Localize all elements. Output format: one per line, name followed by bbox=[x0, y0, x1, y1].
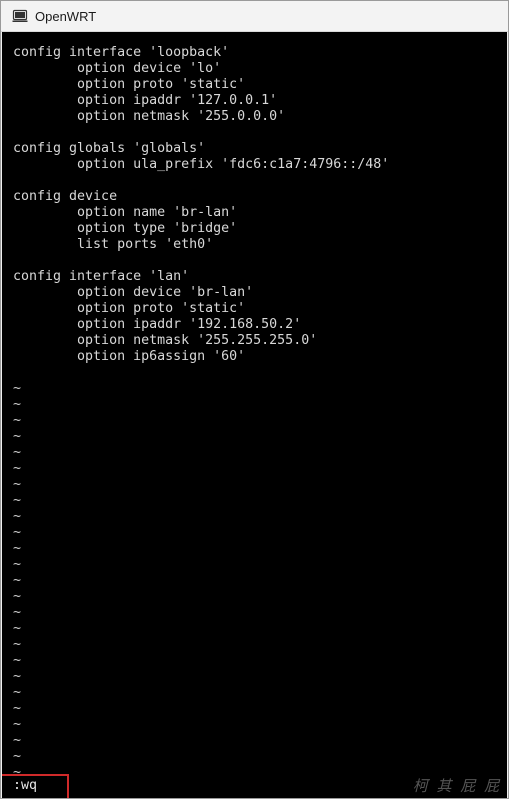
terminal-window: OpenWRT config interface 'loopback' opti… bbox=[0, 0, 509, 799]
empty-line-tilde: ~ bbox=[13, 477, 22, 492]
empty-line-tilde: ~ bbox=[13, 397, 22, 412]
editor-line: option netmask '255.255.255.0' bbox=[13, 333, 318, 348]
editor-line: option ula_prefix 'fdc6:c1a7:4796::/48' bbox=[13, 157, 390, 172]
editor-line: option proto 'static' bbox=[13, 301, 246, 316]
empty-line-tilde: ~ bbox=[13, 557, 22, 572]
empty-line-tilde: ~ bbox=[13, 669, 22, 684]
editor-line: option ipaddr '127.0.0.1' bbox=[13, 93, 278, 108]
empty-line-tilde: ~ bbox=[13, 381, 22, 396]
editor-line: config interface 'loopback' bbox=[13, 45, 230, 60]
editor-line: option device 'br-lan' bbox=[13, 285, 254, 300]
terminal-screen[interactable]: config interface 'loopback' option devic… bbox=[2, 32, 507, 798]
editor-line: option proto 'static' bbox=[13, 77, 246, 92]
empty-line-tilde: ~ bbox=[13, 573, 22, 588]
empty-line-tilde: ~ bbox=[13, 733, 22, 748]
editor-line: config interface 'lan' bbox=[13, 269, 190, 284]
empty-line-tilde: ~ bbox=[13, 461, 22, 476]
empty-line-tilde: ~ bbox=[13, 589, 22, 604]
empty-line-tilde: ~ bbox=[13, 445, 22, 460]
editor-line: option netmask '255.0.0.0' bbox=[13, 109, 286, 124]
empty-line-tilde: ~ bbox=[13, 701, 22, 716]
empty-line-tilde: ~ bbox=[13, 413, 22, 428]
empty-line-tilde: ~ bbox=[13, 621, 22, 636]
empty-line-tilde: ~ bbox=[13, 429, 22, 444]
watermark: 柯 其 屁 屁 bbox=[412, 777, 501, 795]
empty-line-tilde: ~ bbox=[13, 749, 22, 764]
editor-line: option type 'bridge' bbox=[13, 221, 238, 236]
empty-line-tilde: ~ bbox=[13, 605, 22, 620]
editor-buffer[interactable]: config interface 'loopback' option devic… bbox=[13, 45, 503, 781]
empty-line-tilde: ~ bbox=[13, 525, 22, 540]
title-bar: OpenWRT bbox=[1, 1, 508, 32]
editor-line: option ipaddr '192.168.50.2' bbox=[13, 317, 302, 332]
empty-line-tilde: ~ bbox=[13, 717, 22, 732]
editor-line: option ip6assign '60' bbox=[13, 349, 246, 364]
empty-line-tilde: ~ bbox=[13, 685, 22, 700]
empty-line-tilde: ~ bbox=[13, 637, 22, 652]
empty-line-tilde: ~ bbox=[13, 653, 22, 668]
terminal-window-icon bbox=[12, 8, 28, 24]
empty-line-tilde: ~ bbox=[13, 509, 22, 524]
editor-line: option device 'lo' bbox=[13, 61, 222, 76]
editor-line: config globals 'globals' bbox=[13, 141, 206, 156]
empty-line-tilde: ~ bbox=[13, 493, 22, 508]
editor-line: list ports 'eth0' bbox=[13, 237, 214, 252]
editor-line: config device bbox=[13, 189, 118, 204]
editor-line: option name 'br-lan' bbox=[13, 205, 238, 220]
command-line[interactable]: :wq bbox=[13, 778, 37, 794]
empty-line-tilde: ~ bbox=[13, 541, 22, 556]
window-title: OpenWRT bbox=[35, 8, 97, 24]
